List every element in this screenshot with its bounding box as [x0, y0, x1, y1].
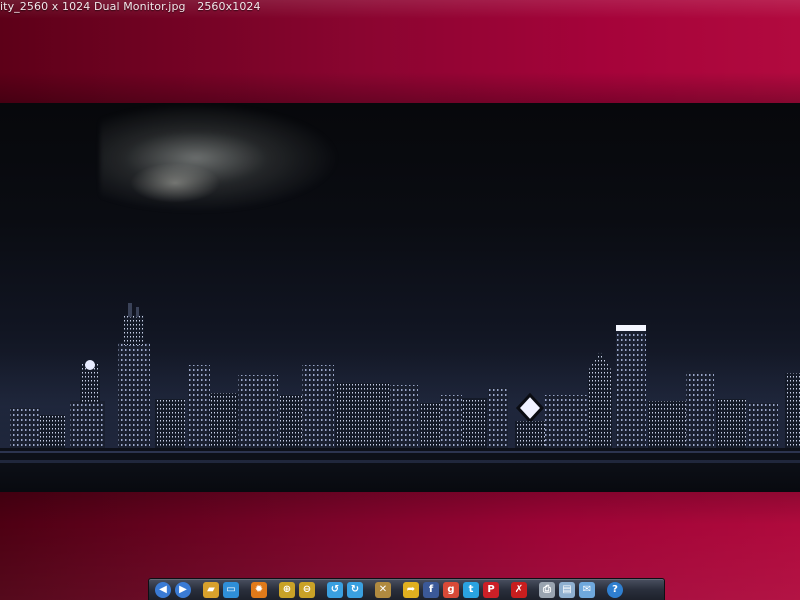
- window-title: ity_2560 x 1024 Dual Monitor.jpg 2560x10…: [0, 0, 261, 14]
- arrow-right-icon: ▶: [179, 583, 187, 595]
- toolbar-separator: [317, 582, 325, 598]
- delete-icon: ✗: [514, 583, 524, 595]
- share-button[interactable]: ➦: [403, 581, 419, 598]
- pinterest-button[interactable]: P: [483, 581, 499, 598]
- viewer-toolbar: ◀ ▶ ▰ ▭ ✹ ⊕ ⊖ ↺ ↻ ✕ ➦ f g t P ✗ ⎙ ▤ ✉?: [148, 578, 665, 600]
- delete-button[interactable]: ✗: [511, 581, 527, 598]
- zoom-in-button[interactable]: ⊕: [279, 581, 295, 598]
- print-button[interactable]: ⎙: [539, 581, 555, 598]
- toolbar-separator: [269, 582, 277, 598]
- toolbar-separator: [597, 582, 605, 598]
- prev-button[interactable]: ◀: [155, 581, 171, 598]
- zoom-in-icon: ⊕: [282, 583, 292, 595]
- toolbar-separator: [241, 582, 249, 598]
- open-folder-button[interactable]: ▰: [203, 581, 219, 598]
- facebook-button[interactable]: f: [423, 581, 439, 598]
- email-icon: ✉: [582, 583, 592, 595]
- rotate-right-icon: ↻: [350, 583, 360, 595]
- toolbar-separator: [193, 582, 201, 598]
- rotate-right-button[interactable]: ↻: [347, 581, 363, 598]
- toolbar-separator: [529, 582, 537, 598]
- toolbar-separator: [393, 582, 401, 598]
- tools-icon: ✕: [378, 583, 388, 595]
- twitter-button[interactable]: t: [463, 581, 479, 598]
- help-button[interactable]: ?: [607, 581, 623, 598]
- city-skyline: [0, 303, 800, 463]
- rotate-left-icon: ↺: [330, 583, 340, 595]
- fullscreen-button[interactable]: ▭: [223, 581, 239, 598]
- save-button[interactable]: ▤: [559, 581, 575, 598]
- image-dimensions: 2560x1024: [197, 0, 261, 13]
- save-icon: ▤: [562, 583, 572, 595]
- next-button[interactable]: ▶: [175, 581, 191, 598]
- arrow-left-icon: ◀: [159, 583, 167, 595]
- viewer-background-top: [0, 0, 800, 103]
- zoom-out-icon: ⊖: [302, 583, 312, 595]
- tools-button[interactable]: ✕: [375, 581, 391, 598]
- pinterest-icon: P: [487, 583, 495, 595]
- settings-button[interactable]: ✹: [251, 581, 267, 598]
- google-plus-button[interactable]: g: [443, 581, 459, 598]
- google-plus-icon: g: [447, 583, 455, 595]
- zoom-out-button[interactable]: ⊖: [299, 581, 315, 598]
- toolbar-separator: [501, 582, 509, 598]
- image-canvas[interactable]: [0, 103, 800, 492]
- lake-water: [0, 463, 800, 492]
- help-icon: ?: [612, 583, 618, 595]
- toolbar-separator: [365, 582, 373, 598]
- share-icon: ➦: [406, 583, 416, 595]
- file-name: ity_2560 x 1024 Dual Monitor.jpg: [0, 0, 186, 13]
- monitor-icon: ▭: [226, 583, 236, 595]
- rotate-left-button[interactable]: ↺: [327, 581, 343, 598]
- email-button[interactable]: ✉: [579, 581, 595, 598]
- gear-icon: ✹: [254, 583, 264, 595]
- printer-icon: ⎙: [543, 583, 551, 595]
- twitter-icon: t: [468, 583, 474, 595]
- facebook-icon: f: [428, 583, 434, 595]
- folder-icon: ▰: [207, 583, 215, 595]
